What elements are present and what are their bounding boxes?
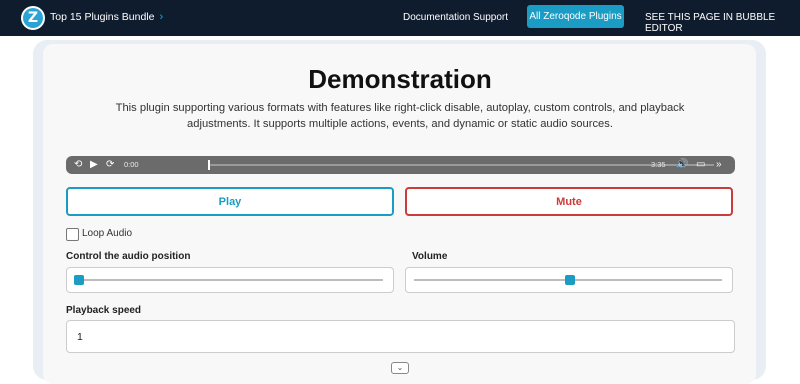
playback-speed-value: 1	[77, 331, 83, 343]
chevron-right-icon: ›	[159, 11, 164, 23]
top-navbar: Z Top 15 Plugins Bundle › Documentation …	[0, 0, 800, 36]
nav-bubble-editor[interactable]: SEE THIS PAGE IN BUBBLE EDITOR	[645, 12, 800, 34]
rewind-icon[interactable]: ⟲	[74, 158, 82, 172]
forward-icon[interactable]: ⟳	[106, 158, 114, 172]
page-title: Demonstration	[308, 64, 492, 94]
logo-letter: Z	[23, 8, 43, 28]
playback-speed-label: Playback speed	[66, 305, 142, 316]
loop-audio-checkbox[interactable]	[66, 228, 79, 241]
loop-audio-label: Loop Audio	[82, 228, 133, 239]
volume-icon[interactable]: 🔊	[676, 158, 688, 172]
audio-player: ⟲ ▶ ⟳ 0:00 3:35 🔊 ▭ »	[66, 156, 735, 174]
duration: 3:35	[651, 160, 666, 169]
zeroqode-logo[interactable]: Z	[21, 6, 45, 30]
position-slider-track	[75, 279, 383, 281]
position-label: Control the audio position	[66, 251, 191, 262]
playback-speed-input[interactable]: 1	[66, 320, 735, 353]
airplay-icon[interactable]: ▭	[696, 158, 705, 172]
play-icon[interactable]: ▶	[90, 158, 98, 172]
chevron-down-icon[interactable]: ⌄	[391, 362, 409, 374]
position-slider-handle[interactable]	[74, 275, 84, 285]
seek-thumb[interactable]	[208, 160, 210, 170]
play-button[interactable]: Play	[66, 187, 394, 216]
all-plugins-button[interactable]: All Zeroqode Plugins	[527, 5, 624, 28]
more-icon[interactable]: »	[716, 158, 722, 172]
bundle-label: Top 15 Plugins Bundle	[50, 11, 155, 23]
volume-slider[interactable]	[405, 267, 733, 293]
nav-support[interactable]: Support	[473, 12, 508, 23]
volume-label: Volume	[412, 251, 448, 262]
nav-documentation[interactable]: Documentation	[403, 12, 470, 23]
position-slider[interactable]	[66, 267, 394, 293]
seek-track[interactable]	[208, 164, 714, 166]
mute-button[interactable]: Mute	[405, 187, 733, 216]
current-time: 0:00	[124, 160, 139, 169]
page-description: This plugin supporting various formats w…	[115, 102, 685, 130]
bundle-link[interactable]: Top 15 Plugins Bundle ›	[50, 11, 163, 23]
volume-slider-handle[interactable]	[565, 275, 575, 285]
